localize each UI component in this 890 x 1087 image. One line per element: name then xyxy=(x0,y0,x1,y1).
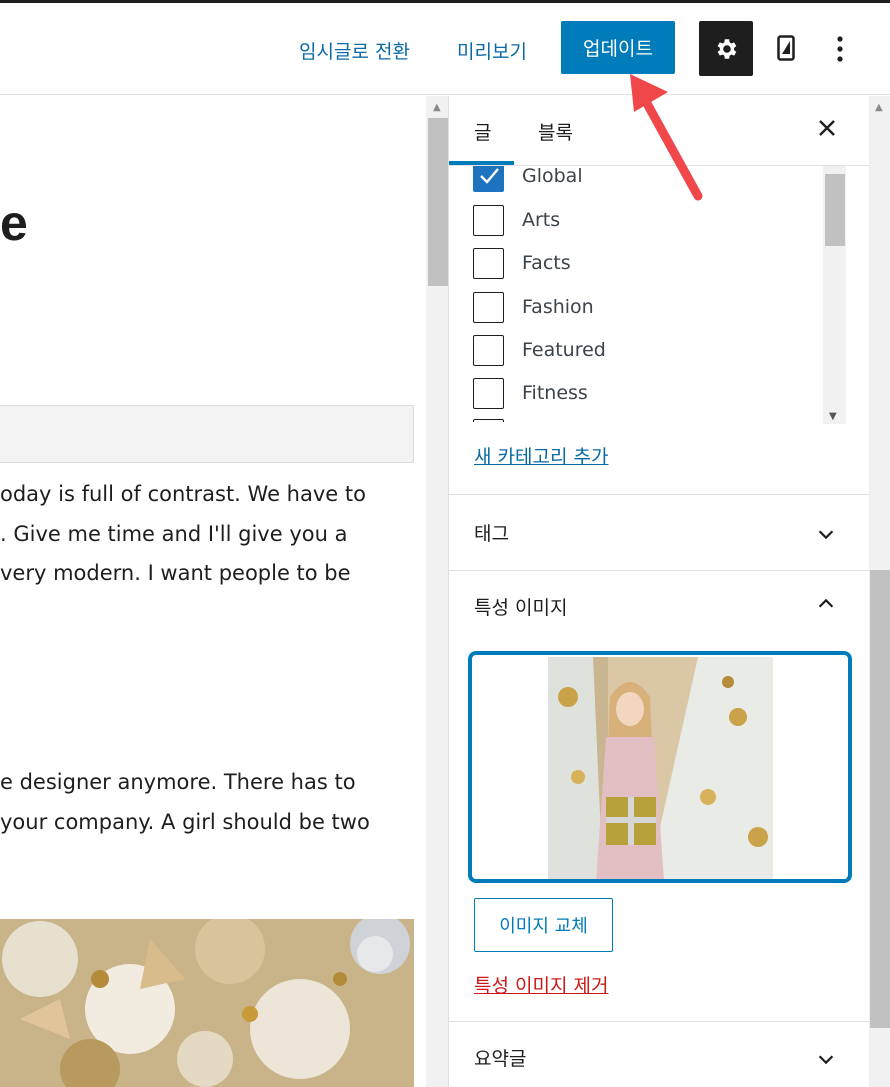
close-icon[interactable] xyxy=(815,116,839,140)
featured-image-panel-title[interactable]: 특성 이미지 xyxy=(474,593,567,620)
paragraph-block[interactable]: e designer anymore. There has to your co… xyxy=(0,763,370,842)
update-button[interactable]: 업데이트 xyxy=(561,21,675,74)
checkbox[interactable] xyxy=(473,166,504,192)
post-title[interactable]: e xyxy=(0,194,28,252)
featured-image-panel: 특성 이미지 이미지 교체 특성 이미지 제거 xyxy=(449,570,869,1022)
editor-block-placeholder[interactable] xyxy=(0,405,414,463)
tab-block[interactable]: 블록 xyxy=(538,118,573,145)
excerpt-panel[interactable]: 요약글 xyxy=(449,1021,869,1087)
paragraph-block[interactable]: oday is full of contrast. We have to . G… xyxy=(0,475,366,594)
checkbox[interactable] xyxy=(473,418,504,422)
paragraph-line: very modern. I want people to be xyxy=(0,561,351,585)
editor-header: 임시글로 전환 미리보기 업데이트 xyxy=(0,3,890,95)
active-tab-indicator xyxy=(449,161,514,165)
chevron-down-icon[interactable] xyxy=(815,1048,837,1070)
scroll-up-arrow-icon[interactable]: ▲ xyxy=(875,102,883,113)
featured-image xyxy=(548,657,773,879)
settings-sidebar: 글 블록 Global Arts Facts Fashion Featured xyxy=(448,96,869,1087)
settings-button[interactable] xyxy=(699,21,753,76)
add-category-link[interactable]: 새 카테고리 추가 xyxy=(474,442,608,469)
checkbox[interactable] xyxy=(473,247,504,279)
excerpt-panel-title[interactable]: 요약글 xyxy=(474,1044,526,1071)
tags-panel-title[interactable]: 태그 xyxy=(474,519,509,546)
gear-icon xyxy=(717,38,737,59)
remove-featured-image-link[interactable]: 특성 이미지 제거 xyxy=(474,971,608,998)
checkbox[interactable] xyxy=(473,377,504,409)
sidebar-scrollbar[interactable]: ▲ xyxy=(869,96,890,1087)
category-scroll-thumb[interactable] xyxy=(825,174,845,246)
editor-scrollbar[interactable]: ▲ xyxy=(426,96,448,1087)
replace-image-button[interactable]: 이미지 교체 xyxy=(474,898,613,952)
category-item-fitness[interactable]: Fitness xyxy=(473,377,588,409)
category-label: Featured xyxy=(522,339,606,361)
scroll-up-arrow-icon[interactable]: ▲ xyxy=(433,102,441,113)
category-item-global[interactable]: Global xyxy=(473,166,583,192)
editor-scroll-thumb[interactable] xyxy=(428,118,448,286)
category-item-fashion[interactable]: Fashion xyxy=(473,291,594,323)
checkmark-icon xyxy=(479,168,499,184)
paragraph-line: . Give me time and I'll give you a xyxy=(0,521,348,546)
switch-to-draft-link[interactable]: 임시글로 전환 xyxy=(299,37,410,64)
category-label: Global xyxy=(522,166,583,187)
category-item-arts[interactable]: Arts xyxy=(473,204,560,236)
paragraph-line: e designer anymore. There has to xyxy=(0,770,356,794)
paragraph-line: oday is full of contrast. We have to xyxy=(0,482,366,506)
more-options-button[interactable] xyxy=(825,31,855,67)
category-label: Arts xyxy=(522,209,561,231)
paragraph-line: your company. A girl should be two xyxy=(0,809,370,834)
sidebar-tabs: 글 블록 xyxy=(449,96,869,166)
tab-post[interactable]: 글 xyxy=(474,118,491,145)
category-item-facts[interactable]: Facts xyxy=(473,247,571,279)
checkbox[interactable] xyxy=(473,334,504,366)
tags-panel[interactable]: 태그 xyxy=(449,494,869,570)
category-scrollbar[interactable]: ▼ xyxy=(823,166,846,424)
category-label: Facts xyxy=(522,252,571,274)
mobile-preview-icon xyxy=(777,35,795,61)
category-item-partial[interactable] xyxy=(473,418,504,422)
category-label: Fashion xyxy=(522,296,594,318)
editor-canvas[interactable]: e oday is full of contrast. We have to .… xyxy=(0,96,426,1087)
content-image[interactable] xyxy=(0,919,414,1087)
category-item-featured[interactable]: Featured xyxy=(473,334,606,366)
featured-image-preview[interactable] xyxy=(468,651,852,883)
category-list: Global Arts Facts Fashion Featured Fitne… xyxy=(449,166,849,422)
preview-link[interactable]: 미리보기 xyxy=(457,37,527,64)
vertical-ellipsis-icon xyxy=(837,36,843,62)
checkbox[interactable] xyxy=(473,204,504,236)
chevron-down-icon[interactable] xyxy=(815,523,837,545)
checkbox[interactable] xyxy=(473,291,504,323)
category-label: Fitness xyxy=(522,382,588,404)
chevron-up-icon[interactable] xyxy=(815,593,837,615)
scroll-down-arrow-icon[interactable]: ▼ xyxy=(829,411,837,422)
mobile-preview-button[interactable] xyxy=(771,31,801,65)
sidebar-scroll-thumb[interactable] xyxy=(870,570,890,1028)
